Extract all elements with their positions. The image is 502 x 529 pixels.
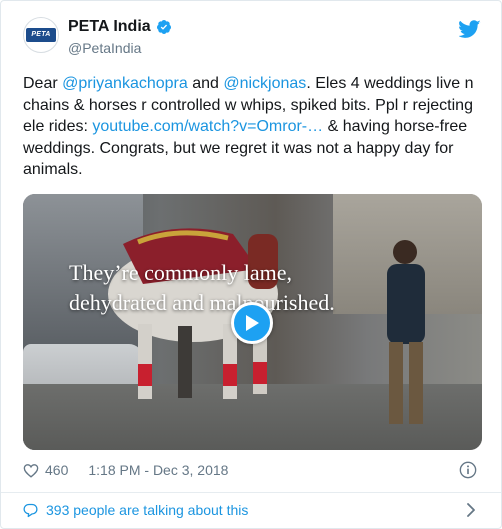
tweet-timestamp[interactable]: 1:18 PM - Dec 3, 2018: [88, 462, 228, 478]
tweet-card: PETA INDIA PETA India @PetaIndia Dear @p…: [0, 0, 502, 529]
like-button[interactable]: 460: [23, 462, 68, 478]
author-name-row[interactable]: PETA India: [68, 18, 172, 36]
play-icon: [246, 315, 259, 331]
tweet-text-part: Dear: [23, 75, 63, 92]
youtube-link[interactable]: youtube.com/watch?v=Omror-…: [92, 118, 323, 135]
info-icon[interactable]: [459, 461, 477, 479]
tweet-text: Dear @priyankachopra and @nickjonas. Ele…: [23, 73, 483, 181]
verified-badge-icon: [156, 20, 171, 34]
conversation-link[interactable]: 393 people are talking about this: [23, 500, 479, 520]
tweet-meta: 460 1:18 PM - Dec 3, 2018: [23, 460, 479, 480]
speech-bubble-icon: [23, 503, 38, 517]
conversation-count-text: 393 people are talking about this: [46, 502, 249, 518]
author-display-name[interactable]: PETA India: [68, 18, 151, 36]
tweet-header: PETA INDIA PETA India @PetaIndia: [23, 15, 487, 63]
heart-icon: [23, 463, 39, 478]
tweet-text-part: and: [187, 75, 224, 92]
avatar[interactable]: PETA INDIA: [23, 17, 59, 53]
twitter-bird-icon[interactable]: [459, 19, 481, 39]
mention-nickjonas[interactable]: @nickjonas: [223, 75, 306, 92]
video-player[interactable]: They’re commonly lame, dehydrated and ma…: [23, 194, 482, 450]
avatar-logo-text: PETA INDIA: [26, 28, 56, 52]
video-caption-line: They’re commonly lame,: [69, 260, 292, 285]
author-handle[interactable]: @PetaIndia: [68, 40, 141, 56]
play-button[interactable]: [231, 302, 273, 344]
video-caption: They’re commonly lame, dehydrated and ma…: [69, 258, 469, 318]
divider: [1, 492, 501, 493]
chevron-right-icon[interactable]: [466, 502, 476, 518]
mention-priyankachopra[interactable]: @priyankachopra: [62, 75, 188, 92]
like-count: 460: [45, 462, 69, 478]
